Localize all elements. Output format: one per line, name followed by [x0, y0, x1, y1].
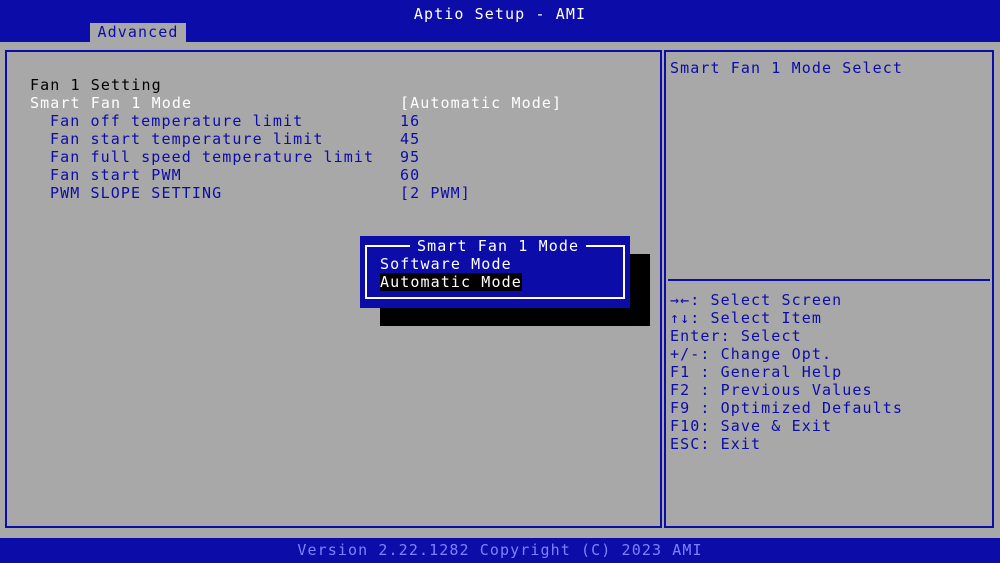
setting-fan-off-temp-label[interactable]: Fan off temperature limit [50, 112, 303, 130]
setting-fan-start-temp-label[interactable]: Fan start temperature limit [50, 130, 324, 148]
setting-smart-fan-mode-value[interactable]: [Automatic Mode] [400, 94, 562, 112]
section-heading: Fan 1 Setting [30, 76, 162, 94]
setting-fan-full-speed-temp-value[interactable]: 95 [400, 148, 420, 166]
footer-version: Version 2.22.1282 Copyright (C) 2023 AMI [297, 541, 703, 559]
setting-pwm-slope-label[interactable]: PWM SLOPE SETTING [50, 184, 222, 202]
setting-fan-start-pwm-label[interactable]: Fan start PWM [50, 166, 182, 184]
popup-title: Smart Fan 1 Mode [410, 237, 587, 255]
window-title: Aptio Setup - AMI [413, 5, 587, 23]
popup-option-software-mode[interactable]: Software Mode [380, 255, 512, 273]
help-frame [664, 50, 994, 528]
setting-smart-fan-mode-label[interactable]: Smart Fan 1 Mode [30, 94, 192, 112]
key-hint-general-help: F1 : General Help [670, 363, 843, 381]
key-hint-exit: ESC: Exit [670, 435, 762, 453]
popup-option-automatic-mode[interactable]: Automatic Mode [380, 273, 522, 291]
key-hint-save-exit: F10: Save & Exit [670, 417, 833, 435]
key-hint-previous-values: F2 : Previous Values [670, 381, 873, 399]
key-hint-select-item: ↑↓: Select Item [670, 309, 822, 327]
help-divider [668, 279, 990, 281]
key-hint-select-screen: →←: Select Screen [670, 291, 843, 309]
setting-fan-off-temp-value[interactable]: 16 [400, 112, 420, 130]
setting-fan-start-pwm-value[interactable]: 60 [400, 166, 420, 184]
setting-fan-full-speed-temp-label[interactable]: Fan full speed temperature limit [50, 148, 374, 166]
key-hint-optimized-defaults: F9 : Optimized Defaults [670, 399, 904, 417]
tab-advanced[interactable]: Advanced [90, 23, 186, 42]
key-hint-change-opt: +/-: Change Opt. [670, 345, 833, 363]
setting-pwm-slope-value[interactable]: [2 PWM] [400, 184, 471, 202]
key-hint-enter: Enter: Select [670, 327, 802, 345]
setting-fan-start-temp-value[interactable]: 45 [400, 130, 420, 148]
help-text: Smart Fan 1 Mode Select [670, 59, 904, 77]
